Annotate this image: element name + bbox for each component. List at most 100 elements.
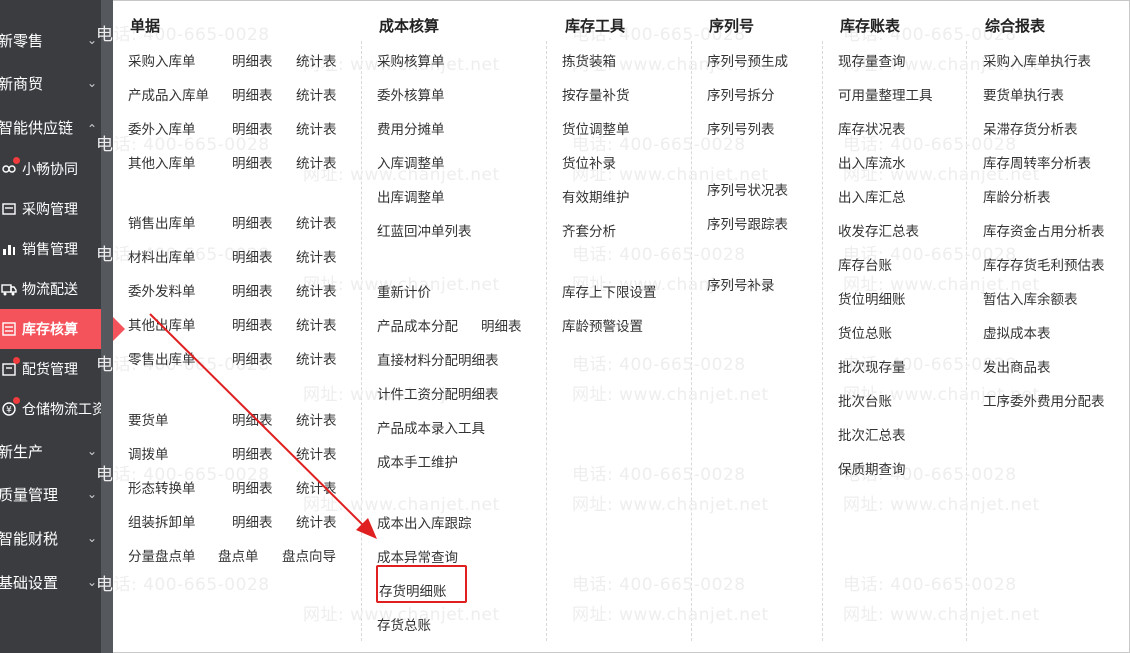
menu-item-detail-table[interactable]: 明细表 bbox=[232, 409, 273, 429]
menu-item-estimated-receipt-balance[interactable]: 暂估入库余额表 bbox=[983, 288, 1078, 308]
sidebar-scrollbar[interactable] bbox=[101, 0, 113, 653]
menu-item-receive-issue-summary[interactable]: 收发存汇总表 bbox=[838, 220, 919, 240]
menu-item-outsource-receipt[interactable]: 委外入库单 bbox=[128, 118, 196, 138]
menu-item-virtual-cost[interactable]: 虚拟成本表 bbox=[983, 322, 1051, 342]
menu-item-count-sheet[interactable]: 盘点单 bbox=[218, 545, 259, 565]
menu-item-batch-ledger[interactable]: 批次台账 bbox=[838, 390, 892, 410]
menu-item-purchase-receipt[interactable]: 采购入库单 bbox=[128, 50, 196, 70]
menu-item-detail-table[interactable]: 明细表 bbox=[232, 314, 273, 334]
nav-group-smart-supply-chain[interactable]: 智能供应链 ⌃ bbox=[0, 107, 113, 147]
nav-sub-sales[interactable]: 销售管理 bbox=[0, 229, 113, 269]
menu-item-shipped-goods[interactable]: 发出商品表 bbox=[983, 356, 1051, 376]
menu-item-other-delivery[interactable]: 其他出库单 bbox=[128, 314, 196, 334]
menu-item-stat-table[interactable]: 统计表 bbox=[296, 152, 337, 172]
menu-item-inventory-general-ledger[interactable]: 存货总账 bbox=[377, 614, 431, 634]
menu-item-picking-packing[interactable]: 拣货装箱 bbox=[562, 50, 616, 70]
menu-item-process-outsource-allocation[interactable]: 工序委外费用分配表 bbox=[983, 390, 1105, 410]
menu-item-detail-table[interactable]: 明细表 bbox=[232, 118, 273, 138]
menu-item-sales-delivery[interactable]: 销售出库单 bbox=[128, 212, 196, 232]
menu-item-detail-table[interactable]: 明细表 bbox=[232, 477, 273, 497]
menu-item-detail-table[interactable]: 明细表 bbox=[232, 443, 273, 463]
menu-item-detail-table[interactable]: 明细表 bbox=[481, 315, 522, 335]
menu-item-revaluation[interactable]: 重新计价 bbox=[377, 281, 431, 301]
menu-item-count-wizard[interactable]: 盘点向导 bbox=[282, 545, 336, 565]
menu-item-stat-table[interactable]: 统计表 bbox=[296, 280, 337, 300]
menu-item-detail-table[interactable]: 明细表 bbox=[232, 212, 273, 232]
menu-item-product-cost-allocation[interactable]: 产品成本分配 bbox=[377, 315, 458, 335]
menu-item-stat-table[interactable]: 统计表 bbox=[296, 477, 337, 497]
nav-group-quality[interactable]: 质量管理 ⌄ bbox=[0, 474, 113, 514]
menu-item-receipt-adjustment[interactable]: 入库调整单 bbox=[377, 152, 445, 172]
menu-item-delivery-adjustment[interactable]: 出库调整单 bbox=[377, 186, 445, 206]
menu-item-purchase-costing[interactable]: 采购核算单 bbox=[377, 50, 445, 70]
menu-item-detail-table[interactable]: 明细表 bbox=[232, 50, 273, 70]
menu-item-stock-replenish[interactable]: 按存量补货 bbox=[562, 84, 630, 104]
menu-item-stat-table[interactable]: 统计表 bbox=[296, 246, 337, 266]
nav-group-smart-finance[interactable]: 智能财税 ⌄ bbox=[0, 518, 113, 558]
menu-item-assembly[interactable]: 组装拆卸单 bbox=[128, 511, 196, 531]
menu-item-stat-table[interactable]: 统计表 bbox=[296, 118, 337, 138]
menu-item-partial-count[interactable]: 分量盘点单 bbox=[128, 545, 196, 565]
menu-item-serial-tracking[interactable]: 序列号跟踪表 bbox=[707, 213, 788, 233]
menu-item-detail-table[interactable]: 明细表 bbox=[232, 246, 273, 266]
menu-item-retail-delivery[interactable]: 零售出库单 bbox=[128, 348, 196, 368]
menu-item-product-cost-entry[interactable]: 产品成本录入工具 bbox=[377, 417, 485, 437]
menu-item-location-detail[interactable]: 货位明细账 bbox=[838, 288, 906, 308]
menu-item-serial-pregenerate[interactable]: 序列号预生成 bbox=[707, 50, 788, 70]
menu-item-serial-supplement[interactable]: 序列号补录 bbox=[707, 274, 775, 294]
menu-item-stock-limit-settings[interactable]: 库存上下限设置 bbox=[562, 281, 657, 301]
menu-item-detail-table[interactable]: 明细表 bbox=[232, 511, 273, 531]
menu-item-stat-table[interactable]: 统计表 bbox=[296, 409, 337, 429]
menu-item-stat-table[interactable]: 统计表 bbox=[296, 84, 337, 104]
menu-item-aging-alert-settings[interactable]: 库龄预警设置 bbox=[562, 315, 643, 335]
nav-sub-purchase[interactable]: 采购管理 bbox=[0, 189, 113, 229]
menu-item-batch-summary[interactable]: 批次汇总表 bbox=[838, 424, 906, 444]
menu-item-shelf-life-query[interactable]: 保质期查询 bbox=[838, 458, 906, 478]
menu-item-stock-query[interactable]: 现存量查询 bbox=[838, 50, 906, 70]
menu-item-serial-list[interactable]: 序列号列表 bbox=[707, 118, 775, 138]
menu-item-direct-material-detail[interactable]: 直接材料分配明细表 bbox=[377, 349, 499, 369]
nav-sub-distribution[interactable]: 配货管理 bbox=[0, 349, 113, 389]
menu-item-slow-stock-analysis[interactable]: 呆滞存货分析表 bbox=[983, 118, 1078, 138]
menu-item-requisition-execution[interactable]: 要货单执行表 bbox=[983, 84, 1064, 104]
menu-item-detail-table[interactable]: 明细表 bbox=[232, 84, 273, 104]
menu-item-transfer[interactable]: 调拨单 bbox=[128, 443, 169, 463]
menu-item-batch-stock[interactable]: 批次现存量 bbox=[838, 356, 906, 376]
menu-item-io-flow[interactable]: 出入库流水 bbox=[838, 152, 906, 172]
menu-item-stat-table[interactable]: 统计表 bbox=[296, 443, 337, 463]
menu-item-expiry-maintenance[interactable]: 有效期维护 bbox=[562, 186, 630, 206]
menu-item-location-ledger[interactable]: 货位总账 bbox=[838, 322, 892, 342]
menu-item-detail-table[interactable]: 明细表 bbox=[232, 348, 273, 368]
menu-item-gross-profit-estimate[interactable]: 库存存货毛利预估表 bbox=[983, 254, 1105, 274]
menu-item-location-adjustment[interactable]: 货位调整单 bbox=[562, 118, 630, 138]
menu-item-requisition[interactable]: 要货单 bbox=[128, 409, 169, 429]
menu-item-finished-goods-receipt[interactable]: 产成品入库单 bbox=[128, 84, 209, 104]
nav-sub-inventory-accounting[interactable]: 库存核算 bbox=[0, 309, 125, 349]
menu-item-detail-table[interactable]: 明细表 bbox=[232, 280, 273, 300]
menu-item-outsource-issue[interactable]: 委外发料单 bbox=[128, 280, 196, 300]
menu-item-stat-table[interactable]: 统计表 bbox=[296, 314, 337, 334]
menu-item-stock-status[interactable]: 库存状况表 bbox=[838, 118, 906, 138]
menu-item-kit-analysis[interactable]: 齐套分析 bbox=[562, 220, 616, 240]
menu-item-purchase-execution[interactable]: 采购入库单执行表 bbox=[983, 50, 1091, 70]
menu-item-stat-table[interactable]: 统计表 bbox=[296, 348, 337, 368]
nav-group-basic-settings[interactable]: 基础设置 ⌄ bbox=[0, 562, 113, 602]
menu-item-stat-table[interactable]: 统计表 bbox=[296, 50, 337, 70]
menu-item-serial-split[interactable]: 序列号拆分 bbox=[707, 84, 775, 104]
menu-item-cost-tracking[interactable]: 成本出入库跟踪 bbox=[377, 512, 472, 532]
menu-item-available-tool[interactable]: 可用量整理工具 bbox=[838, 84, 933, 104]
menu-item-capital-occupation[interactable]: 库存资金占用分析表 bbox=[983, 220, 1105, 240]
nav-group-new-production[interactable]: 新生产 ⌄ bbox=[0, 431, 113, 471]
menu-item-piecework-wage-detail[interactable]: 计件工资分配明细表 bbox=[377, 383, 499, 403]
menu-item-io-summary[interactable]: 出入库汇总 bbox=[838, 186, 906, 206]
menu-item-material-issue[interactable]: 材料出库单 bbox=[128, 246, 196, 266]
menu-item-outsource-costing[interactable]: 委外核算单 bbox=[377, 84, 445, 104]
menu-item-cost-exception-query[interactable]: 成本异常查询 bbox=[377, 546, 458, 566]
menu-item-location-supplement[interactable]: 货位补录 bbox=[562, 152, 616, 172]
nav-sub-warehouse-wage[interactable]: ¥ 仓储物流工资 bbox=[0, 389, 113, 429]
menu-item-detail-table[interactable]: 明细表 bbox=[232, 152, 273, 172]
menu-item-serial-status[interactable]: 序列号状况表 bbox=[707, 179, 788, 199]
menu-item-stat-table[interactable]: 统计表 bbox=[296, 212, 337, 232]
menu-item-expense-allocation[interactable]: 费用分摊单 bbox=[377, 118, 445, 138]
menu-item-stat-table[interactable]: 统计表 bbox=[296, 511, 337, 531]
